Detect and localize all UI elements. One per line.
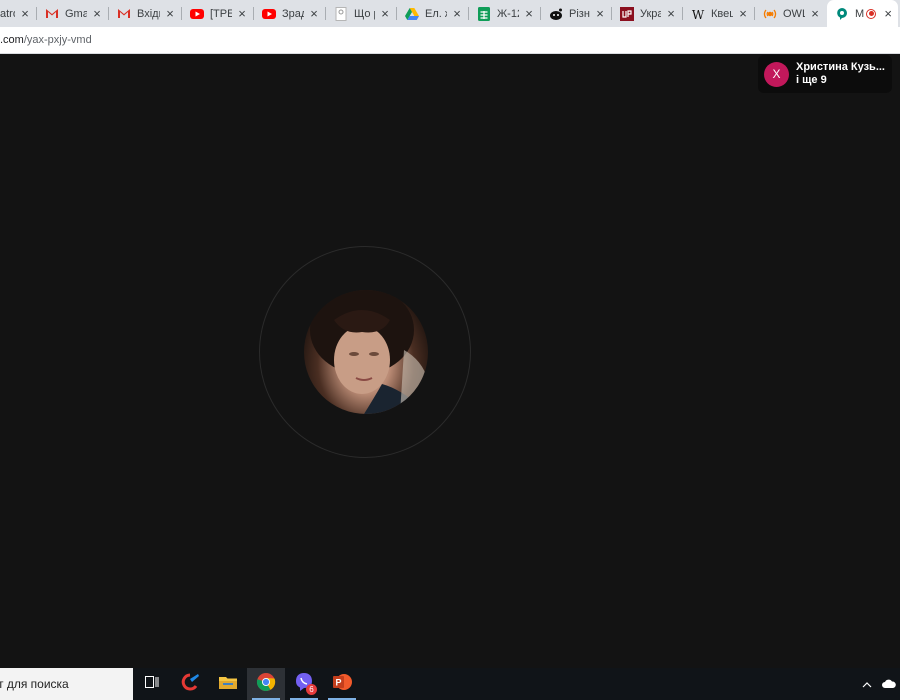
viber-button[interactable]: 6 — [285, 668, 323, 700]
wikipedia-icon: W — [691, 7, 705, 21]
up-logo-icon — [620, 6, 634, 21]
tab-7[interactable]: Ж-12 × — [469, 0, 541, 27]
tab-title: Укра — [640, 7, 661, 20]
youtube-icon — [190, 7, 204, 21]
svg-text:P: P — [335, 677, 341, 687]
participants-more-count: і ще 9 — [796, 74, 827, 86]
screen: atrol × Gmail × Вхідні × [ТРЕL × — [0, 0, 900, 700]
google-drive-icon — [405, 7, 419, 21]
tab-close-button[interactable]: × — [665, 7, 677, 20]
ccleaner-button[interactable] — [171, 668, 209, 700]
participants-pill[interactable]: X Христина Кузь... і ще 9 — [758, 55, 892, 93]
tab-close-button[interactable]: × — [164, 7, 176, 20]
tab-title: atrol — [0, 7, 15, 20]
meeting-stage: X Христина Кузь... і ще 9 — [0, 54, 900, 668]
tab-title: Ж-12 — [497, 7, 519, 20]
tab-10[interactable]: W Квец × — [683, 0, 755, 27]
chrome-icon — [256, 672, 276, 697]
windows-taskbar: т для поиска 6 P — [0, 668, 900, 700]
tab-title: OWL — [783, 7, 805, 20]
participant-initial-avatar: X — [764, 61, 789, 87]
svg-text:W: W — [692, 8, 705, 20]
tab-close-button[interactable]: × — [308, 7, 320, 20]
tab-title: Що р — [354, 7, 375, 20]
tab-2[interactable]: Вхідні × — [109, 0, 182, 27]
tab-title: M — [855, 7, 865, 20]
taskbar-search-placeholder: т для поиска — [0, 677, 69, 691]
tab-0[interactable]: atrol × — [0, 0, 37, 27]
tab-title: Зрад — [282, 7, 304, 20]
powerpoint-icon: P — [332, 673, 352, 696]
recording-indicator-icon — [866, 8, 877, 19]
tab-title: Вхідні — [137, 7, 160, 20]
youtube-icon — [262, 7, 276, 21]
onedrive-button[interactable] — [878, 668, 900, 700]
tab-8[interactable]: Різни × — [541, 0, 612, 27]
system-tray — [856, 668, 900, 700]
tab-3[interactable]: [ТРЕL × — [182, 0, 254, 27]
owl-icon — [763, 7, 777, 21]
tab-close-button[interactable]: × — [379, 7, 391, 20]
tab-title: [ТРЕL — [210, 7, 232, 20]
tab-6[interactable]: Ел. ж × — [397, 0, 469, 27]
tab-11[interactable]: OWL × — [755, 0, 827, 27]
tab-close-button[interactable]: × — [737, 7, 749, 20]
file-explorer-button[interactable] — [209, 668, 247, 700]
ccleaner-icon — [180, 673, 200, 696]
viber-unread-badge: 6 — [306, 684, 317, 695]
url-text[interactable]: .com/yax-pxjy-vmd — [0, 34, 92, 46]
tab-close-button[interactable]: × — [236, 7, 248, 20]
tab-close-button[interactable]: × — [19, 7, 31, 20]
browser-tab-strip: atrol × Gmail × Вхідні × [ТРЕL × — [0, 0, 900, 27]
tab-9[interactable]: Укра × — [612, 0, 683, 27]
url-domain: .com — [0, 34, 24, 46]
tab-title: Ел. ж — [425, 7, 447, 20]
tab-5[interactable]: Що р × — [326, 0, 397, 27]
tray-overflow-button[interactable] — [856, 668, 878, 700]
tab-close-button[interactable]: × — [523, 7, 535, 20]
taskbar-search-box[interactable]: т для поиска — [0, 668, 133, 700]
cloud-icon — [882, 675, 896, 693]
participants-summary: Христина Кузь... і ще 9 — [796, 61, 885, 87]
address-bar[interactable]: .com/yax-pxjy-vmd — [0, 27, 900, 54]
reddit-icon — [549, 7, 563, 21]
chevron-up-icon — [862, 675, 872, 693]
powerpoint-button[interactable]: P — [323, 668, 361, 700]
participant-avatar — [304, 290, 428, 414]
tab-4[interactable]: Зрад × — [254, 0, 326, 27]
google-sheets-icon — [477, 6, 491, 21]
tab-close-button[interactable]: × — [91, 7, 103, 20]
participant-name: Христина Кузь... — [796, 61, 885, 73]
gmail-icon — [117, 7, 131, 21]
tab-12-active[interactable]: M × — [827, 0, 898, 27]
url-path: /yax-pxjy-vmd — [23, 34, 92, 46]
google-meet-icon — [835, 7, 849, 21]
gmail-icon — [45, 7, 59, 21]
task-view-button[interactable] — [133, 668, 171, 700]
file-explorer-icon — [219, 675, 237, 694]
tab-1[interactable]: Gmail × — [37, 0, 109, 27]
tab-close-button[interactable]: × — [451, 7, 463, 20]
tab-title: Квец — [711, 7, 733, 20]
tab-close-button[interactable]: × — [882, 7, 894, 20]
tab-title: Gmail — [65, 7, 87, 20]
page-icon — [334, 6, 348, 21]
task-view-icon — [145, 675, 159, 693]
chrome-button[interactable] — [247, 668, 285, 700]
tab-title: Різни — [569, 7, 590, 20]
tab-close-button[interactable]: × — [594, 7, 606, 20]
tab-close-button[interactable]: × — [809, 7, 821, 20]
